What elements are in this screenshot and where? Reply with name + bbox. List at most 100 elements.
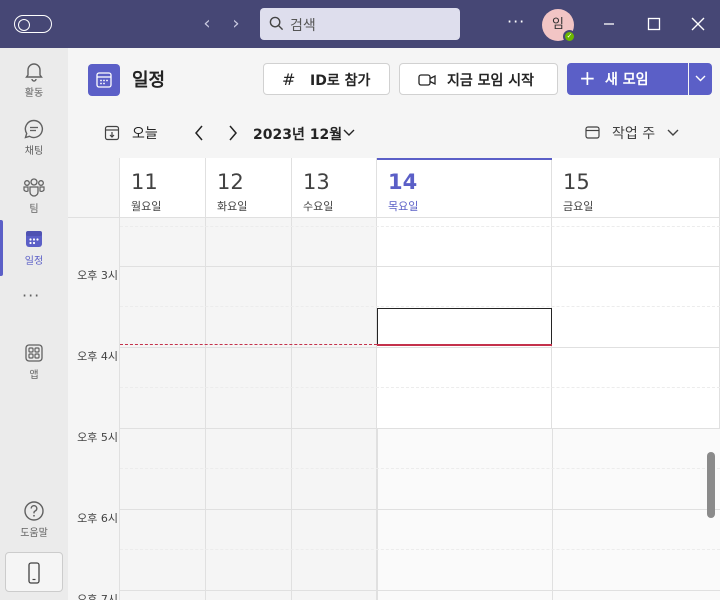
hour-line: [120, 428, 720, 429]
day-number: 13: [303, 170, 330, 194]
rail-label: 앱: [29, 370, 39, 381]
day-header-thu[interactable]: 14 목요일: [377, 158, 552, 218]
hashtag-icon: #: [282, 70, 296, 89]
half-hour-line: [120, 468, 720, 469]
day-header-tue[interactable]: 12 화요일: [206, 158, 292, 218]
time-label: 오후 7시: [77, 593, 118, 600]
previous-week-icon[interactable]: [193, 124, 205, 142]
current-time-line: [120, 344, 377, 345]
time-label: 오후 6시: [77, 512, 118, 525]
selected-time-slot[interactable]: [377, 308, 552, 346]
day-name: 월요일: [131, 200, 162, 213]
search-input[interactable]: 검색: [260, 8, 460, 40]
presence-available-icon: ✓: [563, 30, 576, 43]
time-gutter: [68, 158, 120, 600]
rail-label: 일정: [24, 256, 44, 267]
current-time-line-today: [377, 344, 552, 346]
chevron-down-icon: [667, 129, 679, 136]
day-column-wed[interactable]: [292, 218, 377, 600]
plus-icon: +: [579, 66, 596, 90]
toggle-icon[interactable]: [14, 15, 52, 33]
day-header-wed[interactable]: 13 수요일: [292, 158, 377, 218]
app-rail: 활동 채팅 팀 일정 ··· 앱 도움말: [0, 48, 68, 600]
rail-label: 팀: [29, 204, 39, 215]
day-name: 수요일: [303, 200, 334, 213]
today-label: 오늘: [132, 126, 158, 142]
rail-item-chat[interactable]: 채팅: [0, 110, 68, 166]
day-header-mon[interactable]: 11 월요일: [120, 158, 206, 218]
close-icon[interactable]: [686, 12, 710, 36]
more-apps-icon[interactable]: ···: [22, 286, 40, 305]
rail-label: 활동: [24, 88, 44, 99]
active-indicator: [0, 220, 3, 276]
page-title: 일정: [132, 70, 166, 91]
bell-icon: [25, 63, 43, 82]
hour-line: [120, 266, 720, 267]
join-with-id-label: ID로 참가: [310, 73, 371, 89]
chat-icon: [24, 119, 43, 139]
rail-item-calendar[interactable]: 일정: [0, 220, 68, 276]
rail-item-teams[interactable]: 팀: [0, 168, 68, 224]
chevron-down-icon[interactable]: [343, 129, 355, 137]
meet-now-label: 지금 모임 시작: [447, 73, 535, 89]
page-header: 일정 # ID로 참가 지금 모임 시작 + 새 모임: [68, 48, 720, 110]
month-label[interactable]: 2023년 12월: [253, 124, 342, 144]
back-arrow-icon[interactable]: ‹: [197, 12, 217, 36]
maximize-icon[interactable]: [642, 12, 666, 36]
day-column-tue[interactable]: [206, 218, 292, 600]
calendar-grid: 오후 3시 오후 4시 오후 5시 오후 6시 오후 7시 11 월요일 12 …: [68, 158, 720, 600]
half-hour-line: [120, 226, 720, 227]
vertical-scrollbar[interactable]: [707, 452, 715, 518]
mobile-app-button[interactable]: [5, 552, 63, 592]
after-hours-region: [377, 428, 720, 600]
day-name: 화요일: [217, 200, 248, 213]
time-label: 오후 5시: [77, 431, 118, 444]
rail-item-activity[interactable]: 활동: [0, 52, 68, 108]
day-name: 금요일: [563, 200, 594, 213]
new-meeting-label: 새 모임: [605, 72, 649, 88]
calendar-toolbar: 오늘 2023년 12월 작업 주: [68, 110, 720, 158]
day-number: 12: [217, 170, 244, 194]
next-week-icon[interactable]: [227, 124, 239, 142]
column-divider: [552, 428, 553, 600]
phone-icon: [28, 562, 40, 584]
apps-icon: [25, 344, 43, 362]
rail-item-apps[interactable]: 앱: [0, 334, 68, 390]
today-indicator: [377, 158, 552, 160]
minimize-icon[interactable]: [597, 12, 621, 36]
avatar[interactable]: 임 ✓: [542, 9, 576, 43]
calendar-app-icon: [88, 64, 120, 96]
day-number: 11: [131, 170, 158, 194]
new-meeting-button[interactable]: + 새 모임: [567, 63, 688, 95]
forward-arrow-icon[interactable]: ›: [226, 12, 246, 36]
more-options-icon[interactable]: ···: [507, 12, 525, 31]
day-name: 목요일: [388, 200, 419, 213]
day-number: 15: [563, 170, 590, 194]
meet-now-button[interactable]: 지금 모임 시작: [399, 63, 558, 95]
rail-label: 도움말: [20, 528, 48, 539]
day-column-mon[interactable]: [120, 218, 206, 600]
new-meeting-dropdown[interactable]: [689, 63, 712, 95]
hour-line: [120, 509, 720, 510]
join-with-id-button[interactable]: # ID로 참가: [263, 63, 390, 95]
avatar-initial: 임: [552, 17, 564, 32]
day-header-fri[interactable]: 15 금요일: [552, 158, 720, 218]
teams-icon: [23, 178, 45, 197]
video-camera-icon: [418, 74, 436, 86]
half-hour-line: [120, 387, 720, 388]
rail-item-help[interactable]: 도움말: [0, 492, 68, 548]
time-label: 오후 3시: [77, 269, 118, 282]
help-icon: [24, 501, 44, 521]
half-hour-line: [120, 306, 720, 307]
work-week-view-icon: [585, 126, 600, 139]
hour-line: [120, 347, 720, 348]
day-number: 14: [388, 170, 418, 194]
half-hour-line: [120, 549, 720, 550]
calendar-icon: [26, 231, 42, 247]
view-label: 작업 주: [612, 126, 656, 142]
search-placeholder: 검색: [290, 18, 316, 34]
rail-label: 채팅: [24, 146, 44, 157]
search-icon: [269, 16, 284, 31]
hour-line: [120, 590, 720, 591]
header-corner: [68, 158, 120, 218]
